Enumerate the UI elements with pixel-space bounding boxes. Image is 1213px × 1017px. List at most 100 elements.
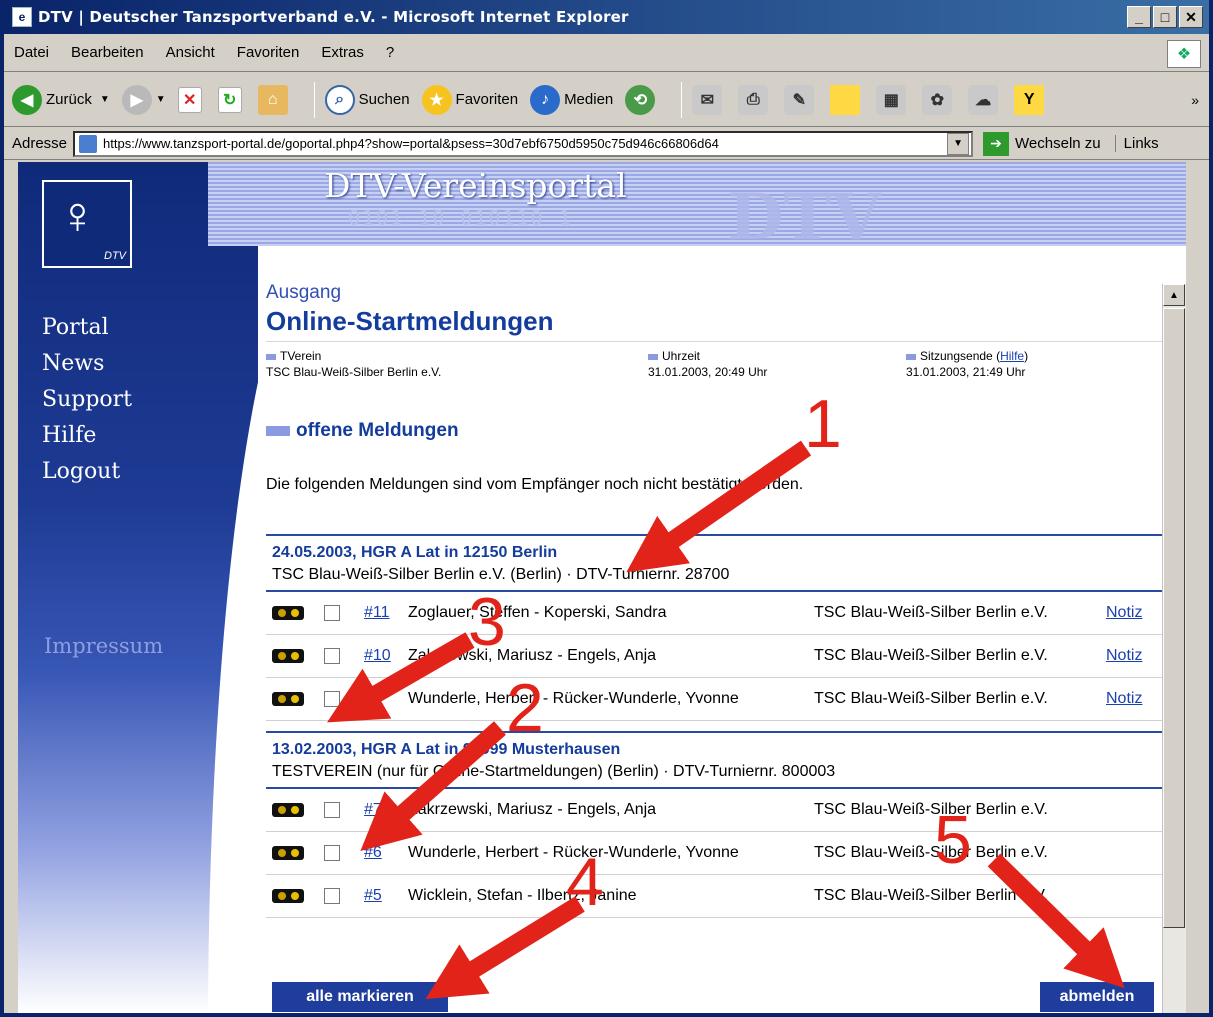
favorites-button[interactable]: ★ Favoriten <box>421 84 519 115</box>
back-arrow-icon: ◀ <box>12 84 42 115</box>
nav-hilfe[interactable]: Hilfe <box>42 418 132 454</box>
mail-button[interactable]: ✉ <box>692 84 726 115</box>
toolbar-overflow-icon[interactable]: » <box>1191 92 1199 108</box>
refresh-button[interactable]: ↻ <box>217 86 246 113</box>
help-link[interactable]: Hilfe <box>1000 349 1024 363</box>
ipix-button[interactable]: ▦ <box>876 84 910 115</box>
minimize-button[interactable]: _ <box>1127 6 1151 28</box>
stop-button[interactable]: ✕ <box>177 86 206 113</box>
breadcrumb[interactable]: Ausgang <box>266 282 1162 304</box>
toolbar: ◀ Zurück ▼ ▶ ▼ ✕ ↻ ⌂ ⌕ Suchen ★ Favorite… <box>4 73 1209 127</box>
flower-button[interactable]: ✿ <box>922 84 956 115</box>
vertical-scrollbar[interactable]: ▲ <box>1162 284 1186 1013</box>
info-verein: TVerein TSC Blau-Weiß-Silber Berlin e.V. <box>266 348 648 380</box>
scroll-up-icon[interactable]: ▲ <box>1163 284 1185 306</box>
entry-couple: Wunderle, Herbert - Rücker-Wunderle, Yvo… <box>408 844 739 861</box>
entry-checkbox[interactable] <box>324 802 340 818</box>
menu-ansicht[interactable]: Ansicht <box>166 44 215 61</box>
notiz-link[interactable]: Notiz <box>1106 690 1142 708</box>
section-title: offene Meldungen <box>266 420 1162 442</box>
event-subtitle: TESTVEREIN (nur für Online-Startmeldunge… <box>272 763 836 780</box>
entry-club: TSC Blau-Weiß-Silber Berlin e.V. <box>814 887 1048 904</box>
go-button[interactable]: ➔ Wechseln zu <box>983 131 1101 156</box>
notiz-link[interactable]: Notiz <box>1106 647 1142 665</box>
windows-logo-icon: ❖ <box>1167 40 1201 68</box>
nav-news[interactable]: News <box>42 346 132 382</box>
entry-number-link[interactable]: #6 <box>364 844 408 862</box>
back-button[interactable]: ◀ Zurück ▼ <box>12 84 110 115</box>
print-button[interactable]: ⎙ <box>738 84 772 115</box>
abmelden-button[interactable]: abmelden <box>1040 982 1154 1012</box>
entry-number-link[interactable]: #11 <box>364 604 408 622</box>
session-info: TVerein TSC Blau-Weiß-Silber Berlin e.V.… <box>266 348 1162 380</box>
go-arrow-icon: ➔ <box>983 131 1010 156</box>
print-icon: ⎙ <box>738 84 769 115</box>
menu-datei[interactable]: Datei <box>14 44 49 61</box>
entry-number-link[interactable]: #5 <box>364 887 408 905</box>
nav-portal[interactable]: Portal <box>42 310 132 346</box>
menu-bearbeiten[interactable]: Bearbeiten <box>71 44 144 61</box>
entry-couple: Wunderle, Herbert - Rücker-Wunderle, Yvo… <box>408 690 739 707</box>
forward-arrow-icon: ▶ <box>121 84 152 115</box>
notes-button[interactable] <box>830 84 864 115</box>
history-icon: ⟲ <box>625 84 656 115</box>
scroll-thumb[interactable] <box>1163 308 1185 928</box>
ie-page-icon: e <box>12 7 32 27</box>
nav-impressum[interactable]: Impressum <box>44 634 163 658</box>
banner-bits: 0101 10 010110 1 <box>348 206 573 230</box>
entry-checkbox[interactable] <box>324 845 340 861</box>
status-lamp-icon <box>272 649 304 663</box>
edit-icon: ✎ <box>784 84 815 115</box>
sidebar-nav: Portal News Support Hilfe Logout <box>42 310 132 490</box>
entry-checkbox[interactable] <box>324 888 340 904</box>
toolbar-separator <box>681 81 683 118</box>
notiz-link[interactable]: Notiz <box>1106 604 1142 622</box>
info-verein-value: TSC Blau-Weiß-Silber Berlin e.V. <box>266 365 442 379</box>
entry-number-link[interactable]: #9 <box>364 690 408 708</box>
banner-watermark: DTV <box>728 180 881 255</box>
history-button[interactable]: ⟲ <box>625 84 659 115</box>
yahoo-button[interactable]: Y <box>1014 84 1048 115</box>
menu-extras[interactable]: Extras <box>321 44 364 61</box>
menu-bar: Datei Bearbeiten Ansicht Favoriten Extra… <box>4 34 1209 72</box>
address-dropdown-icon[interactable]: ▼ <box>947 132 970 155</box>
info-uhrzeit: Uhrzeit 31.01.2003, 20:49 Uhr <box>648 348 906 380</box>
menu-help[interactable]: ? <box>386 44 394 61</box>
status-lamp-icon <box>272 606 304 620</box>
entry-checkbox[interactable] <box>324 605 340 621</box>
messenger-button[interactable]: ☁ <box>968 84 1002 115</box>
nav-logout[interactable]: Logout <box>42 454 132 490</box>
forward-button[interactable]: ▶ ▼ <box>121 84 166 115</box>
address-input[interactable]: https://www.tanzsport-portal.de/goportal… <box>73 130 974 157</box>
page-title: Online-Startmeldungen <box>266 306 1162 342</box>
dtv-logo[interactable]: ♀ DTV <box>42 180 132 268</box>
menu-favoriten[interactable]: Favoriten <box>237 44 300 61</box>
nav-support[interactable]: Support <box>42 382 132 418</box>
close-button[interactable]: ✕ <box>1179 6 1203 28</box>
maximize-button[interactable]: □ <box>1153 6 1177 28</box>
mail-icon: ✉ <box>692 84 723 115</box>
entry-row: #7 Zakrzewski, Mariusz - Engels, Anja TS… <box>266 789 1162 832</box>
media-button[interactable]: ♪ Medien <box>530 84 613 115</box>
entry-number-link[interactable]: #7 <box>364 801 408 819</box>
main-content: Ausgang Online-Startmeldungen TVerein TS… <box>266 282 1162 918</box>
favorites-label: Favoriten <box>455 91 519 108</box>
edit-button[interactable]: ✎ <box>784 84 818 115</box>
star-icon: ★ <box>421 84 452 115</box>
home-button[interactable]: ⌂ <box>257 84 292 115</box>
entry-club: TSC Blau-Weiß-Silber Berlin e.V. <box>814 604 1048 621</box>
links-button[interactable]: Links <box>1114 135 1159 152</box>
info-sitzung: Sitzungsende (Hilfe) 31.01.2003, 21:49 U… <box>906 348 1028 380</box>
entry-number-link[interactable]: #10 <box>364 647 408 665</box>
select-all-button[interactable]: alle markieren <box>272 982 448 1012</box>
entry-checkbox[interactable] <box>324 691 340 707</box>
media-icon: ♪ <box>530 84 561 115</box>
entry-couple: Zakrzewski, Mariusz - Engels, Anja <box>408 801 657 818</box>
messenger-icon: ☁ <box>968 84 999 115</box>
entry-checkbox[interactable] <box>324 648 340 664</box>
browser-window: e DTV | Deutscher Tanzsportverband e.V. … <box>0 0 1213 1017</box>
page-viewport: DTV-Vereinsportal 0101 10 010110 1 DTV ♀… <box>18 162 1186 1013</box>
entry-club: TSC Blau-Weiß-Silber Berlin e.V. <box>814 801 1048 818</box>
status-lamp-icon <box>272 692 304 706</box>
search-button[interactable]: ⌕ Suchen <box>324 84 410 115</box>
